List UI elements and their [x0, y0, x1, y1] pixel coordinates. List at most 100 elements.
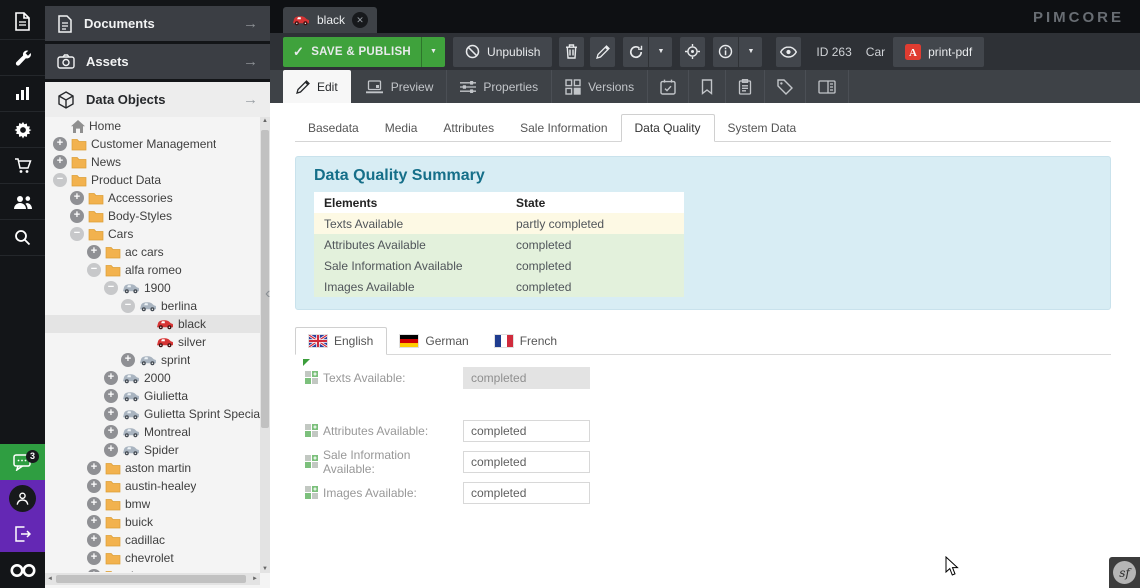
- print-pdf-button[interactable]: A print-pdf: [893, 37, 984, 67]
- user-button[interactable]: [0, 480, 45, 516]
- reload-button[interactable]: [623, 37, 648, 67]
- language-tab-french[interactable]: French: [482, 328, 570, 354]
- expand-icon[interactable]: +: [104, 443, 118, 457]
- collapse-icon[interactable]: −: [53, 173, 67, 187]
- expand-icon[interactable]: +: [87, 515, 101, 529]
- tree-item-montreal[interactable]: +Montreal: [45, 423, 260, 441]
- delete-button[interactable]: [559, 37, 584, 67]
- save-options-dropdown-button[interactable]: ▼: [421, 37, 445, 67]
- expand-icon[interactable]: +: [87, 461, 101, 475]
- customers-nav-button[interactable]: [0, 184, 45, 220]
- mode-tab-edit[interactable]: Edit: [283, 70, 351, 103]
- tree-item-home[interactable]: Home: [45, 117, 260, 135]
- scroll-down-icon[interactable]: ▼: [260, 566, 270, 572]
- tree-item-sprint[interactable]: +sprint: [45, 351, 260, 369]
- tab-data-quality[interactable]: Data Quality: [621, 114, 715, 142]
- tree-item-austin-healey[interactable]: +austin-healey: [45, 477, 260, 495]
- tree-item-chevrolet[interactable]: +chevrolet: [45, 549, 260, 567]
- symfony-toolbar-button[interactable]: sf: [1109, 557, 1140, 588]
- tree-item-cars[interactable]: −Cars: [45, 225, 260, 243]
- tab-black[interactable]: black ✕: [283, 7, 377, 33]
- expand-icon[interactable]: +: [104, 371, 118, 385]
- scroll-right-icon[interactable]: ►: [250, 576, 260, 582]
- settings-nav-button[interactable]: [0, 112, 45, 148]
- unpublish-button[interactable]: Unpublish: [453, 37, 552, 67]
- tree-item-citroen[interactable]: +citroen: [45, 567, 260, 572]
- reload-dropdown-button[interactable]: ▼: [648, 37, 672, 67]
- tab-attributes[interactable]: Attributes: [430, 115, 507, 141]
- scroll-left-icon[interactable]: ◄: [45, 576, 55, 582]
- info-button[interactable]: [713, 37, 738, 67]
- pimcore-logo-button[interactable]: [0, 552, 45, 588]
- tree-item-berlina[interactable]: −berlina: [45, 297, 260, 315]
- accordion-data-objects[interactable]: Data Objects→: [45, 82, 270, 117]
- search-nav-button[interactable]: [0, 220, 45, 256]
- expand-icon[interactable]: +: [104, 389, 118, 403]
- tree-item-spider[interactable]: +Spider: [45, 441, 260, 459]
- tree-item-accessories[interactable]: +Accessories: [45, 189, 260, 207]
- info-dropdown-button[interactable]: ▼: [738, 37, 762, 67]
- calendar-check-button[interactable]: [648, 70, 689, 103]
- tab-sale-information[interactable]: Sale Information: [507, 115, 620, 141]
- tree-item-alfa-romeo[interactable]: −alfa romeo: [45, 261, 260, 279]
- field-input-images-available[interactable]: [463, 482, 590, 504]
- tree-item-silver[interactable]: silver: [45, 333, 260, 351]
- tree-item-body-styles[interactable]: +Body-Styles: [45, 207, 260, 225]
- tree-item-ac-cars[interactable]: +ac cars: [45, 243, 260, 261]
- collapse-icon[interactable]: −: [87, 263, 101, 277]
- expand-icon[interactable]: +: [87, 497, 101, 511]
- mode-tab-properties[interactable]: Properties: [447, 70, 552, 103]
- rename-button[interactable]: [590, 37, 615, 67]
- tree-item-1900[interactable]: −1900: [45, 279, 260, 297]
- tree-item-news[interactable]: +News: [45, 153, 260, 171]
- close-icon[interactable]: ✕: [352, 12, 368, 28]
- tree-horizontal-scrollbar[interactable]: ◄ ►: [45, 573, 260, 585]
- expand-icon[interactable]: +: [87, 551, 101, 565]
- reports-nav-button[interactable]: [0, 76, 45, 112]
- vertical-scroll-thumb[interactable]: [261, 130, 269, 428]
- locate-in-tree-button[interactable]: [680, 37, 705, 67]
- scroll-up-icon[interactable]: ▲: [260, 118, 270, 124]
- language-tab-english[interactable]: English: [295, 327, 387, 355]
- expand-icon[interactable]: +: [104, 407, 118, 421]
- tools-nav-button[interactable]: [0, 40, 45, 76]
- tree-item-giulietta[interactable]: +Giulietta: [45, 387, 260, 405]
- clipboard-button[interactable]: [726, 70, 765, 103]
- tree-vertical-scrollbar[interactable]: ▲ ▼: [260, 117, 270, 573]
- tree-item-cadillac[interactable]: +cadillac: [45, 531, 260, 549]
- field-input-attributes-available[interactable]: [463, 420, 590, 442]
- accordion-documents[interactable]: Documents→: [45, 6, 270, 41]
- cart-nav-button[interactable]: [0, 148, 45, 184]
- panel-collapse-handle[interactable]: ‹: [265, 286, 270, 302]
- layout-button[interactable]: [806, 70, 849, 103]
- expand-icon[interactable]: +: [87, 569, 101, 572]
- bookmark-button[interactable]: [689, 70, 726, 103]
- file-nav-button[interactable]: [0, 4, 45, 40]
- expand-icon[interactable]: +: [87, 245, 101, 259]
- tab-media[interactable]: Media: [372, 115, 431, 141]
- tab-system-data[interactable]: System Data: [715, 115, 810, 141]
- collapse-icon[interactable]: −: [70, 227, 84, 241]
- tree-item-bmw[interactable]: +bmw: [45, 495, 260, 513]
- chat-button[interactable]: 3: [0, 444, 45, 480]
- tree-item-product-data[interactable]: −Product Data: [45, 171, 260, 189]
- expand-icon[interactable]: +: [121, 353, 135, 367]
- save-publish-button[interactable]: ✓ SAVE & PUBLISH: [283, 37, 421, 67]
- language-tab-german[interactable]: German: [387, 328, 481, 354]
- mode-tab-versions[interactable]: Versions: [552, 70, 648, 103]
- collapse-icon[interactable]: −: [121, 299, 135, 313]
- expand-icon[interactable]: +: [53, 137, 67, 151]
- mode-tab-preview[interactable]: Preview: [352, 70, 448, 103]
- expand-icon[interactable]: +: [70, 191, 84, 205]
- accordion-assets[interactable]: Assets→: [45, 44, 270, 79]
- tree-item-gulietta-sprint-special[interactable]: +Gulietta Sprint Special: [45, 405, 260, 423]
- horizontal-scroll-thumb[interactable]: [56, 575, 246, 583]
- tree-item-black[interactable]: black: [45, 315, 260, 333]
- logout-button[interactable]: [0, 516, 45, 552]
- open-preview-button[interactable]: [776, 37, 801, 67]
- expand-icon[interactable]: +: [87, 533, 101, 547]
- expand-icon[interactable]: +: [104, 425, 118, 439]
- tag-button[interactable]: [765, 70, 806, 103]
- tree-item-aston-martin[interactable]: +aston martin: [45, 459, 260, 477]
- expand-icon[interactable]: +: [70, 209, 84, 223]
